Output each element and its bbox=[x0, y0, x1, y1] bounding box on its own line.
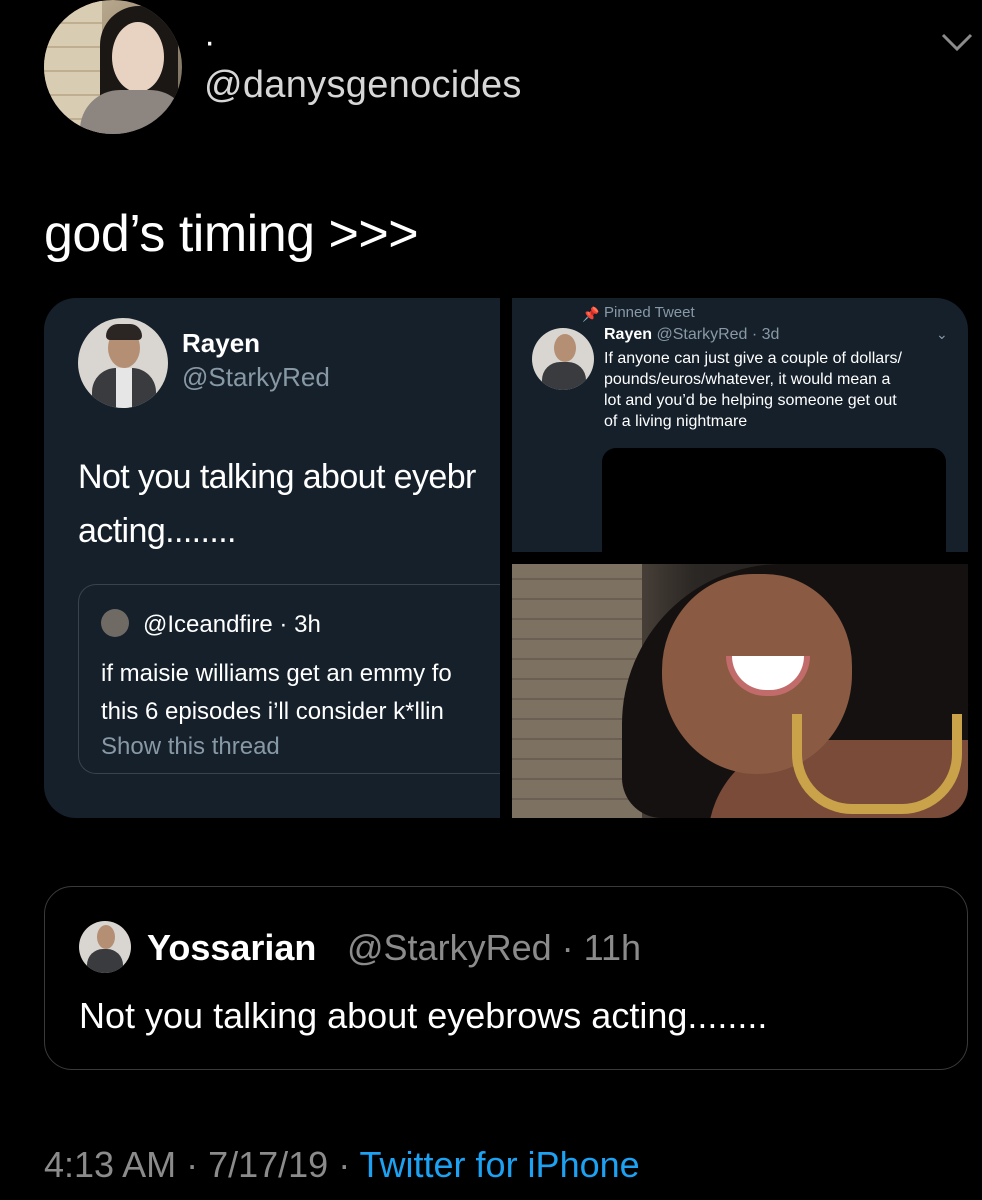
rayen-tweet-text: Not you talking about eyebr acting......… bbox=[78, 458, 476, 550]
rayen-avatar-small bbox=[532, 328, 594, 390]
quote-handle-time: @Iceandfire · 3h bbox=[143, 611, 321, 638]
author-avatar[interactable] bbox=[44, 0, 182, 134]
pinned-meta: Rayen @StarkyRed · 3d bbox=[604, 326, 779, 344]
collage-left-screenshot[interactable]: Rayen @StarkyRed Not you talking about e… bbox=[44, 298, 500, 818]
collage-right-top-screenshot[interactable]: 📌 Pinned Tweet Rayen @StarkyRed · 3d ⌄ I… bbox=[512, 298, 968, 552]
pinned-media bbox=[602, 448, 946, 552]
chevron-down-icon[interactable] bbox=[940, 30, 974, 54]
chevron-down-icon: ⌄ bbox=[936, 326, 948, 342]
quoted-text: Not you talking about eyebrows acting...… bbox=[79, 995, 768, 1036]
pinned-tweet-text: If anyone can just give a couple of doll… bbox=[604, 350, 902, 430]
author-display-name[interactable]: · bbox=[204, 22, 215, 62]
pinned-name: Rayen bbox=[604, 326, 653, 343]
show-thread-link: Show this thread bbox=[101, 733, 280, 760]
quoted-handle-time: @StarkyRed · 11h bbox=[347, 927, 641, 968]
rayen-name: Rayen bbox=[182, 328, 261, 358]
rayen-handle: @StarkyRed bbox=[182, 362, 330, 392]
pin-icon: 📌 bbox=[582, 306, 600, 322]
quoted-name: Yossarian bbox=[147, 927, 317, 968]
rayen-avatar bbox=[78, 318, 168, 408]
collage-photo[interactable] bbox=[512, 564, 968, 818]
iceandfire-avatar bbox=[101, 609, 129, 637]
yossarian-avatar bbox=[79, 921, 131, 973]
pinned-label: Pinned Tweet bbox=[604, 304, 695, 321]
quote-text: if maisie williams get an emmy fo this 6… bbox=[101, 660, 452, 725]
source-link[interactable]: Twitter for iPhone bbox=[360, 1144, 640, 1185]
timestamp: 4:13 AM · 7/17/19 · bbox=[44, 1144, 360, 1185]
embedded-quote: @Iceandfire · 3h if maisie williams get … bbox=[78, 584, 500, 774]
author-handle[interactable]: @danysgenocides bbox=[204, 64, 522, 107]
quoted-tweet[interactable]: Yossarian @StarkyRed · 11h Not you talki… bbox=[44, 886, 968, 1070]
tweet-footer: 4:13 AM · 7/17/19 · Twitter for iPhone bbox=[44, 1144, 640, 1186]
pinned-handle-time: @StarkyRed · 3d bbox=[656, 326, 780, 343]
tweet-text: god’s timing >>> bbox=[44, 205, 419, 263]
